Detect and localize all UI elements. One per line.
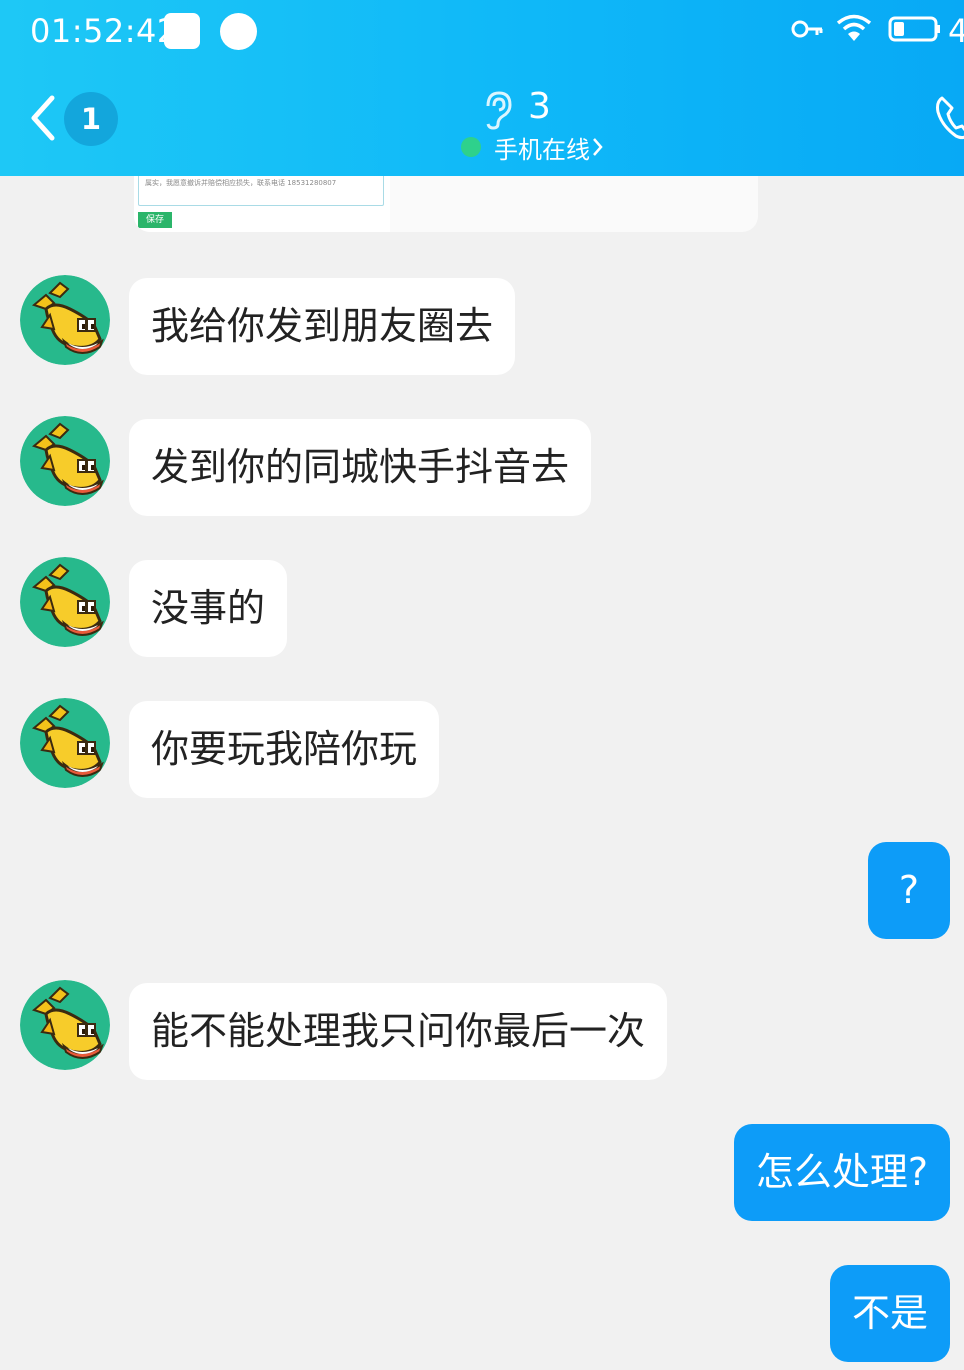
phone-icon[interactable] <box>934 94 964 142</box>
contact-avatar[interactable] <box>20 980 110 1070</box>
wifi-icon <box>836 14 872 41</box>
online-status-text[interactable]: 手机在线 <box>494 130 590 165</box>
shared-image-save-button: 保存 <box>138 212 172 228</box>
app-notification-icon <box>164 13 200 49</box>
outgoing-message-bubble[interactable]: 怎么处理? <box>733 1124 950 1221</box>
incoming-message-bubble[interactable]: 发到你的同城快手抖音去 <box>129 419 592 516</box>
back-chevron-icon[interactable] <box>28 94 58 142</box>
outgoing-message-bubble[interactable]: 不是 <box>829 1265 950 1362</box>
shared-image-textarea: 属实，我愿意撤诉并赔偿相应损失，联系电话 18531280807 <box>138 176 384 206</box>
battery-icon <box>888 16 940 42</box>
listener-count: 3 <box>528 86 551 127</box>
incoming-message-bubble[interactable]: 没事的 <box>129 560 288 657</box>
outgoing-message-bubble[interactable]: ? <box>868 842 950 939</box>
battery-level-text: 4 <box>948 12 964 50</box>
incoming-message-bubble[interactable]: 能不能处理我只问你最后一次 <box>129 983 668 1080</box>
contact-avatar[interactable] <box>20 557 110 647</box>
unread-count-badge[interactable]: 1 <box>64 92 118 146</box>
online-status-dot <box>461 137 481 157</box>
shared-image-preview[interactable]: 属实，我愿意撤诉并赔偿相应损失，联系电话 18531280807 保存 <box>134 176 390 232</box>
incoming-message-bubble[interactable]: 我给你发到朋友圈去 <box>129 278 516 375</box>
chat-header: 01:52:42 4 1 3 手机在线 <box>0 0 964 176</box>
ear-icon <box>486 91 512 130</box>
app-circle-icon <box>220 13 257 50</box>
status-time: 01:52:42 <box>30 12 178 50</box>
contact-avatar[interactable] <box>20 698 110 788</box>
chevron-right-icon[interactable] <box>592 137 604 157</box>
shared-image-message[interactable]: 属实，我愿意撤诉并赔偿相应损失，联系电话 18531280807 保存 <box>134 176 758 232</box>
contact-avatar[interactable] <box>20 275 110 365</box>
key-icon <box>791 20 823 38</box>
contact-avatar[interactable] <box>20 416 110 506</box>
incoming-message-bubble[interactable]: 你要玩我陪你玩 <box>129 701 440 798</box>
